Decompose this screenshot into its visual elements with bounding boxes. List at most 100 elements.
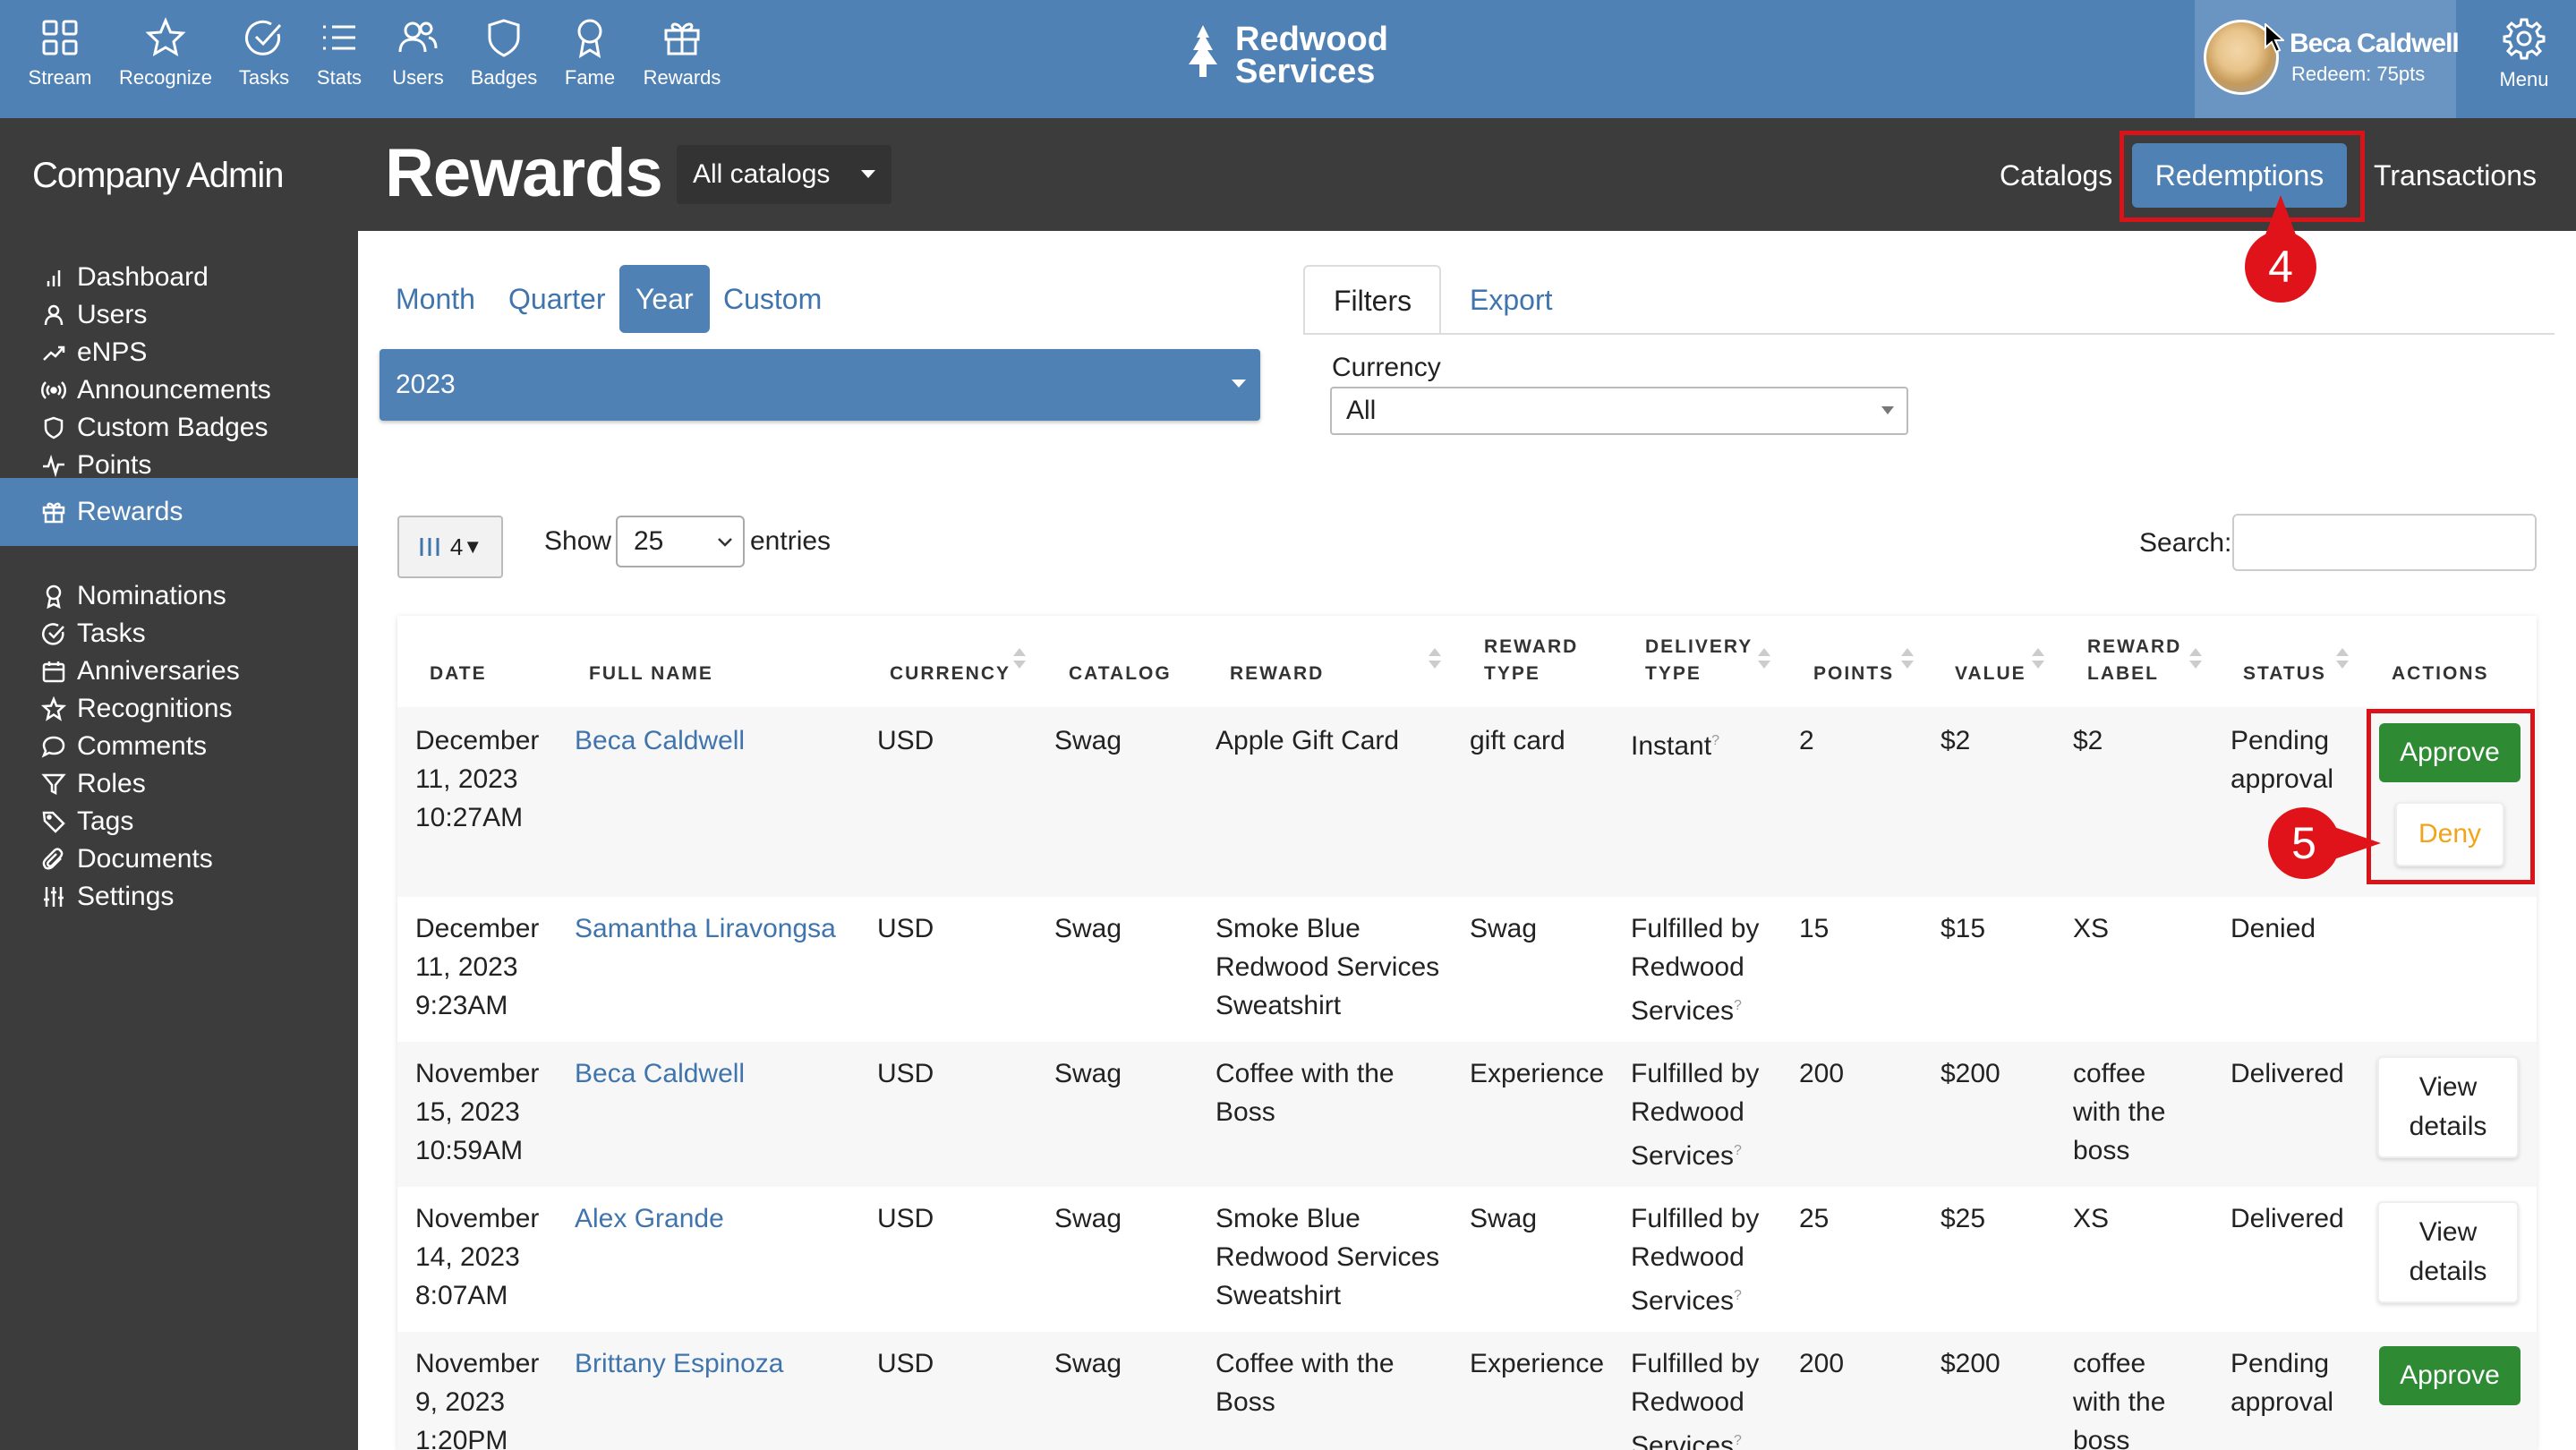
cell-currency: USD bbox=[877, 1349, 934, 1378]
search-input[interactable] bbox=[2232, 514, 2537, 571]
nav-users[interactable]: Users bbox=[369, 16, 467, 90]
sidebar-item-label: Rewards bbox=[77, 497, 183, 526]
nav-label: Fame bbox=[564, 66, 616, 89]
year-select[interactable]: 2023 bbox=[380, 349, 1260, 421]
cell-full-name-link[interactable]: Samantha Liravongsa bbox=[575, 909, 836, 948]
help-tooltip-icon[interactable]: ? bbox=[1734, 998, 1742, 1013]
cell-reward: Coffee with the Boss bbox=[1215, 1349, 1395, 1417]
brand-line-1: Redwood bbox=[1235, 21, 1388, 58]
tab-year[interactable]: Year bbox=[619, 265, 710, 333]
cell-full-name-link[interactable]: Brittany Espinoza bbox=[575, 1344, 783, 1383]
ribbon-icon bbox=[577, 19, 602, 58]
cell-delivery-type: Fulfilled by Redwood Services? bbox=[1631, 1349, 1760, 1450]
help-tooltip-icon[interactable]: ? bbox=[1711, 733, 1719, 748]
cell-delivery-type: Fulfilled by Redwood Services? bbox=[1631, 914, 1760, 1026]
catalog-select[interactable]: All catalogs bbox=[677, 145, 891, 204]
cell-currency: USD bbox=[877, 1059, 934, 1088]
currency-select[interactable]: All bbox=[1330, 387, 1908, 435]
cell-full-name-link[interactable]: Beca Caldwell bbox=[575, 721, 745, 760]
entries-label: entries bbox=[750, 526, 832, 556]
col-reward-type-line2[interactable]: TYPE bbox=[1484, 661, 1540, 687]
catalogs-link[interactable]: Catalogs bbox=[2000, 159, 2112, 192]
cell-reward-label: XS bbox=[2073, 914, 2110, 943]
view-details-button[interactable]: View details bbox=[2377, 1201, 2519, 1303]
tab-custom[interactable]: Custom bbox=[707, 265, 838, 333]
grid-icon bbox=[42, 20, 78, 55]
tab-filters[interactable]: Filters bbox=[1303, 265, 1441, 335]
list-icon bbox=[323, 25, 355, 50]
col-catalog[interactable]: CATALOG bbox=[1069, 661, 1172, 687]
tab-export[interactable]: Export bbox=[1441, 265, 1581, 335]
sort-icon[interactable] bbox=[1901, 646, 1914, 673]
col-points[interactable]: POINTS bbox=[1813, 661, 1894, 687]
menu-label: Menu bbox=[2499, 68, 2549, 90]
cell-status: Denied bbox=[2231, 914, 2316, 943]
sort-icon[interactable] bbox=[1013, 646, 1026, 673]
cell-value: $15 bbox=[1941, 914, 1986, 943]
cell-reward-label: XS bbox=[2073, 1204, 2110, 1233]
help-tooltip-icon[interactable]: ? bbox=[1734, 1143, 1742, 1158]
view-details-button[interactable]: View details bbox=[2377, 1056, 2519, 1158]
col-delivery-type-line1[interactable]: DELIVERY bbox=[1645, 634, 1753, 661]
sort-icon[interactable] bbox=[2032, 646, 2044, 673]
highlight-box-redemptions bbox=[2120, 131, 2365, 222]
col-reward-label-line1[interactable]: REWARD bbox=[2087, 634, 2181, 661]
cell-delivery-type: Instant? bbox=[1631, 731, 1719, 761]
nav-stream[interactable]: Stream bbox=[11, 16, 109, 90]
nav-rewards[interactable]: Rewards bbox=[633, 16, 731, 90]
col-value[interactable]: VALUE bbox=[1955, 661, 2026, 687]
col-delivery-type-line2[interactable]: TYPE bbox=[1645, 661, 1702, 687]
step-4-label: 4 bbox=[2268, 242, 2293, 292]
transactions-link[interactable]: Transactions bbox=[2374, 159, 2537, 192]
sidebar-item-rewards[interactable]: Rewards bbox=[0, 478, 358, 546]
cell-status: Delivered bbox=[2231, 1204, 2344, 1233]
year-select-value: 2023 bbox=[396, 370, 456, 399]
brand-logo[interactable]: Redwood Services bbox=[1181, 21, 1388, 89]
help-tooltip-icon[interactable]: ? bbox=[1734, 1288, 1742, 1303]
cell-full-name-link[interactable]: Alex Grande bbox=[575, 1199, 724, 1238]
col-date[interactable]: DATE bbox=[430, 661, 487, 687]
sort-icon[interactable] bbox=[2189, 646, 2202, 673]
col-reward-label-line2[interactable]: LABEL bbox=[2087, 661, 2159, 687]
cell-reward-type: Experience bbox=[1470, 1349, 1605, 1378]
cell-reward: Apple Gift Card bbox=[1215, 726, 1400, 755]
approve-button[interactable]: Approve bbox=[2379, 1346, 2521, 1405]
cell-value: $25 bbox=[1941, 1204, 1986, 1233]
page-size-value: 25 bbox=[634, 526, 664, 556]
caret-down-icon bbox=[861, 170, 875, 178]
tree-icon bbox=[1189, 25, 1217, 77]
sliders-icon bbox=[44, 887, 64, 907]
cell-value: $200 bbox=[1941, 1349, 2000, 1378]
nav-recognize[interactable]: Recognize bbox=[116, 16, 215, 90]
cell-catalog: Swag bbox=[1054, 914, 1122, 943]
col-status[interactable]: STATUS bbox=[2243, 661, 2326, 687]
nav-label: Stream bbox=[28, 66, 92, 89]
nav-badges[interactable]: Badges bbox=[455, 16, 553, 90]
col-reward[interactable]: REWARD bbox=[1230, 661, 1324, 687]
sort-icon[interactable] bbox=[1758, 646, 1770, 673]
tab-quarter[interactable]: Quarter bbox=[492, 265, 621, 333]
page-size-select[interactable]: 25 bbox=[616, 516, 745, 567]
user-name: Beca Caldwell bbox=[2290, 29, 2460, 58]
menu-button[interactable]: Menu bbox=[2488, 16, 2560, 91]
cell-reward: Smoke Blue Redwood Services Sweatshirt bbox=[1215, 914, 1440, 1020]
sidebar-item-settings[interactable]: Settings bbox=[0, 863, 358, 931]
col-currency[interactable]: CURRENCY bbox=[890, 661, 1011, 687]
search-label: Search: bbox=[2139, 528, 2232, 558]
column-visibility-button[interactable]: 4 ▼ bbox=[397, 516, 503, 578]
col-reward-type-line1[interactable]: REWARD bbox=[1484, 634, 1578, 661]
cell-reward: Smoke Blue Redwood Services Sweatshirt bbox=[1215, 1204, 1440, 1310]
caret-down-icon: ▼ bbox=[463, 535, 483, 558]
catalog-select-value: All catalogs bbox=[693, 159, 831, 189]
cell-points: 15 bbox=[1799, 914, 1830, 943]
nav-fame[interactable]: Fame bbox=[541, 16, 639, 90]
col-full-name[interactable]: FULL NAME bbox=[589, 661, 713, 687]
cell-full-name-link[interactable]: Beca Caldwell bbox=[575, 1054, 745, 1093]
nav-label: Badges bbox=[470, 66, 538, 89]
col-actions: ACTIONS bbox=[2392, 663, 2489, 684]
sort-icon[interactable] bbox=[1429, 646, 1441, 673]
tab-month[interactable]: Month bbox=[380, 265, 491, 333]
help-tooltip-icon[interactable]: ? bbox=[1734, 1433, 1742, 1448]
users-icon bbox=[398, 21, 438, 53]
sort-icon[interactable] bbox=[2336, 646, 2349, 673]
